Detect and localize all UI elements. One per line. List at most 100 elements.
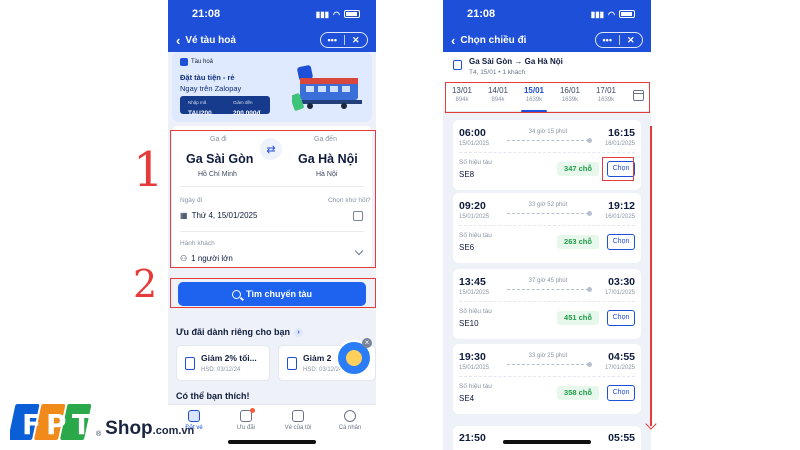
- route-title: Ga Sài Gòn → Ga Hà Nội: [469, 57, 563, 66]
- departure-date: 15/01/2025: [459, 141, 490, 147]
- train-illustration: [292, 65, 362, 111]
- close-icon[interactable]: ×: [362, 338, 372, 348]
- page-title: Chọn chiều đi: [460, 34, 527, 46]
- offers-heading[interactable]: Ưu đãi dành riêng cho bạn ›: [176, 327, 303, 337]
- home-indicator: [503, 440, 591, 444]
- tab-profile[interactable]: Cá nhân: [324, 405, 376, 450]
- divider: [459, 225, 635, 226]
- status-time: 21:08: [192, 8, 221, 20]
- suggestions-title: Có thể bạn thích!: [176, 391, 250, 401]
- tab-label: Vé của tôi: [284, 425, 312, 431]
- fptshop-logo: F P T ® Shop.com.vn: [10, 402, 194, 442]
- highlight-date-selector: [445, 82, 650, 113]
- tab-label: Ưu đãi: [236, 425, 256, 431]
- back-icon[interactable]: ‹: [176, 34, 180, 47]
- status-bar: 21:08 ▮▮▮ ◠: [168, 0, 376, 28]
- code-label: Nhập mã: [188, 100, 207, 105]
- screenshot-canvas: 21:08 ▮▮▮ ◠ ‹ Vé tàu hoả ••• ✕ Tàu hoả Đ…: [0, 0, 800, 450]
- train-number-label: Số hiệu tàu: [459, 308, 492, 315]
- choose-button[interactable]: Chọn: [607, 234, 635, 250]
- tab-label: Cá nhân: [338, 425, 362, 431]
- wifi-icon: ◠: [333, 9, 340, 19]
- departure-time: 21:50: [459, 432, 486, 444]
- route-arrow: →: [514, 57, 523, 66]
- train-number-label: Số hiệu tàu: [459, 159, 492, 166]
- train-number-label: Số hiệu tàu: [459, 232, 492, 239]
- fpt-logo-mark: F P T: [10, 404, 92, 441]
- train-number: SE10: [459, 319, 479, 328]
- banner-subline: Ngay trên Zalopay: [180, 84, 242, 93]
- promo-code: TAU200: [188, 110, 212, 117]
- seats-badge: 358 chỗ: [557, 386, 599, 400]
- svg-text:P: P: [46, 408, 67, 441]
- battery-icon: [344, 10, 360, 18]
- departure-date: 15/01/2025: [459, 214, 490, 220]
- more-icon[interactable]: •••: [321, 33, 344, 47]
- route-subtitle: T4, 15/01 • 1 khách: [469, 69, 526, 76]
- back-icon[interactable]: ‹: [451, 34, 455, 47]
- close-icon[interactable]: ✕: [345, 33, 368, 47]
- route-line: [507, 211, 592, 216]
- battery-icon: [619, 10, 635, 18]
- arrival-time: 05:55: [608, 432, 635, 444]
- departure-date: 15/01/2025: [459, 365, 490, 371]
- discount-value: 200.000đ: [233, 110, 261, 117]
- close-icon[interactable]: ✕: [620, 33, 643, 47]
- arrival-time: 16:15: [608, 127, 635, 139]
- voucher-icon: [287, 357, 297, 370]
- seats-badge: 263 chỗ: [557, 235, 599, 249]
- nav-bar: ‹ Vé tàu hoả ••• ✕: [168, 28, 376, 52]
- offers-title: Ưu đãi dành riêng cho bạn: [176, 327, 290, 337]
- trip-duration: 37 giờ 45 phút: [528, 278, 568, 284]
- train-number: SE4: [459, 394, 475, 403]
- step-number-2: 2: [133, 262, 158, 306]
- logo-domain: .com.vn: [152, 425, 195, 437]
- status-icons: ▮▮▮ ◠: [316, 10, 360, 19]
- step-number-1: 1: [133, 142, 164, 198]
- train-card[interactable]: 19:30 33 giờ 25 phút 04:55 15/01/2025 17…: [453, 344, 641, 414]
- trip-duration: 33 giờ 25 phút: [528, 353, 568, 359]
- route-line: [507, 362, 592, 367]
- arrival-time: 03:30: [608, 276, 635, 288]
- route-to: Ga Hà Nội: [524, 57, 563, 66]
- offer-title: Giảm 2: [303, 353, 332, 363]
- departure-date: 15/01/2025: [459, 290, 490, 296]
- seats-badge: 347 chỗ: [557, 162, 599, 176]
- promo-banner[interactable]: Tàu hoả Đặt tàu tiện - rẻ Ngay trên Zalo…: [172, 52, 372, 122]
- banner-tag: Tàu hoả: [180, 58, 213, 66]
- offer-expiry: HSD: 03/12/24: [201, 367, 241, 373]
- signal-icon: ▮▮▮: [315, 9, 330, 19]
- choose-button[interactable]: Chọn: [607, 385, 635, 401]
- status-bar: 21:08 ▮▮▮ ◠: [443, 0, 651, 28]
- train-card[interactable]: 13:45 37 giờ 45 phút 03:30 15/01/2025 17…: [453, 269, 641, 339]
- highlight-search-button: [170, 278, 376, 308]
- train-card-partial[interactable]: 21:50 05:55: [453, 426, 641, 450]
- logo-shop: Shop: [105, 418, 153, 439]
- promo-code-box: Nhập mã TAU200 Giảm đến 200.000đ: [180, 96, 270, 117]
- signal-icon: ▮▮▮: [590, 9, 605, 19]
- arrival-date: 16/01/2025: [604, 141, 635, 147]
- arrival-time: 19:12: [608, 200, 635, 212]
- arrival-date: 17/01/2025: [604, 365, 635, 371]
- choose-button[interactable]: Chọn: [607, 310, 635, 326]
- departure-time: 13:45: [459, 276, 486, 288]
- offer-card[interactable]: Giảm 2% tối... HSD: 03/12/24: [176, 345, 270, 381]
- banner-headline: Đặt tàu tiện - rẻ: [180, 73, 235, 82]
- status-icons: ▮▮▮ ◠: [591, 10, 635, 19]
- arrival-time: 04:55: [608, 351, 635, 363]
- train-card[interactable]: 09:20 33 giờ 52 phút 19:12 15/01/2025 16…: [453, 193, 641, 263]
- home-indicator: [228, 440, 316, 444]
- voucher-icon: [185, 357, 195, 370]
- page-title: Vé tàu hoả: [185, 34, 236, 46]
- wifi-icon: ◠: [608, 9, 615, 19]
- discount-label: Giảm đến: [233, 100, 253, 105]
- divider: [459, 376, 635, 377]
- notification-dot: [250, 408, 255, 413]
- train-icon: [180, 58, 188, 66]
- user-icon: [344, 410, 356, 422]
- route-summary: Ga Sài Gòn → Ga Hà Nội T4, 15/01 • 1 khá…: [443, 52, 651, 82]
- route-line: [507, 287, 592, 292]
- svg-text:F: F: [22, 408, 41, 441]
- departure-time: 19:30: [459, 351, 486, 363]
- more-icon[interactable]: •••: [596, 33, 619, 47]
